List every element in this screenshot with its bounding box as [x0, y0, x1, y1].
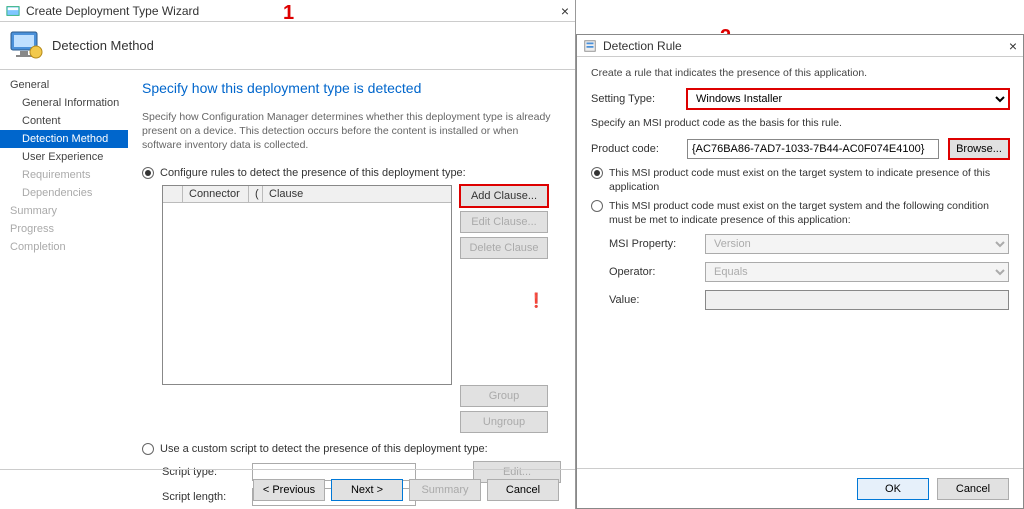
group-button: Group	[460, 385, 548, 407]
wizard-main: Specify how this deployment type is dete…	[128, 70, 575, 466]
nav-dependencies: Dependencies	[0, 184, 128, 202]
wizard-header-title: Detection Method	[52, 38, 154, 53]
summary-button: Summary	[409, 479, 481, 501]
msi-property-select: Version	[705, 234, 1009, 254]
monitor-icon	[8, 28, 44, 64]
opt-script-label: Use a custom script to detect the presen…	[160, 443, 488, 455]
wizard-header: Detection Method	[0, 22, 575, 70]
operator-select: Equals	[705, 262, 1009, 282]
opt-configure-rules[interactable]: Configure rules to detect the presence o…	[142, 167, 561, 179]
nav-summary: Summary	[0, 202, 128, 220]
edit-clause-button: Edit Clause...	[460, 211, 548, 233]
product-code-label: Product code:	[591, 143, 677, 155]
msi-property-label: MSI Property:	[609, 238, 695, 250]
cancel-button[interactable]: Cancel	[937, 478, 1009, 500]
wizard-icon	[6, 4, 20, 18]
nav-detection-method[interactable]: Detection Method	[0, 130, 128, 148]
close-icon[interactable]: ×	[1009, 38, 1017, 54]
clause-table-header: Connector ( Clause	[163, 186, 451, 203]
opt-msi-exist-label: This MSI product code must exist on the …	[609, 167, 1009, 194]
nav-user-experience[interactable]: User Experience	[0, 148, 128, 166]
nav-requirements: Requirements	[0, 166, 128, 184]
nav-completion: Completion	[0, 238, 128, 256]
radio-icon	[142, 443, 154, 455]
rule-title: Detection Rule	[603, 39, 682, 53]
rule-titlebar: Detection Rule ×	[577, 35, 1023, 57]
rule-footer: OK Cancel	[577, 468, 1023, 508]
opt-msi-exist-cond-label: This MSI product code must exist on the …	[609, 200, 1009, 227]
rule-icon	[583, 39, 597, 53]
nav-progress: Progress	[0, 220, 128, 238]
radio-icon	[591, 167, 603, 179]
main-heading: Specify how this deployment type is dete…	[142, 80, 561, 96]
col-paren: (	[249, 186, 263, 202]
product-code-input[interactable]	[687, 139, 939, 159]
cancel-button[interactable]: Cancel	[487, 479, 559, 501]
radio-icon	[142, 167, 154, 179]
detection-rule-window: Detection Rule × Create a rule that indi…	[576, 34, 1024, 509]
radio-icon	[591, 200, 603, 212]
operator-label: Operator:	[609, 266, 695, 278]
value-input	[705, 290, 1009, 310]
warning-icon: ❗	[528, 292, 545, 309]
value-label: Value:	[609, 294, 695, 306]
wizard-title: Create Deployment Type Wizard	[26, 4, 199, 18]
opt-use-script[interactable]: Use a custom script to detect the presen…	[142, 443, 561, 455]
nav-general-information[interactable]: General Information	[0, 94, 128, 112]
close-icon[interactable]: ×	[561, 3, 569, 19]
col-clause: Clause	[263, 186, 451, 202]
nav-general[interactable]: General	[0, 76, 128, 94]
rule-description: Create a rule that indicates the presenc…	[591, 67, 1009, 79]
ungroup-button: Ungroup	[460, 411, 548, 433]
col-connector: Connector	[183, 186, 249, 202]
wizard-footer: < Previous Next > Summary Cancel	[0, 469, 575, 509]
ok-button[interactable]: OK	[857, 478, 929, 500]
opt-rules-label: Configure rules to detect the presence o…	[160, 167, 466, 179]
spec-msi-label: Specify an MSI product code as the basis…	[591, 117, 1009, 129]
next-button[interactable]: Next >	[331, 479, 403, 501]
col-check	[163, 186, 183, 202]
delete-clause-button: Delete Clause	[460, 237, 548, 259]
wizard-window: Create Deployment Type Wizard × Detectio…	[0, 0, 576, 509]
clause-table[interactable]: Connector ( Clause	[162, 185, 452, 385]
main-description: Specify how Configuration Manager determ…	[142, 110, 552, 153]
opt-msi-exist-cond[interactable]: This MSI product code must exist on the …	[591, 200, 1009, 227]
wizard-nav: General General Information Content Dete…	[0, 70, 128, 466]
wizard-titlebar: Create Deployment Type Wizard ×	[0, 0, 575, 22]
browse-button[interactable]: Browse...	[949, 139, 1009, 159]
opt-msi-exist[interactable]: This MSI product code must exist on the …	[591, 167, 1009, 194]
setting-type-label: Setting Type:	[591, 93, 677, 105]
previous-button[interactable]: < Previous	[253, 479, 325, 501]
add-clause-button[interactable]: Add Clause...	[460, 185, 548, 207]
nav-content[interactable]: Content	[0, 112, 128, 130]
setting-type-select[interactable]: Windows Installer	[687, 89, 1009, 109]
